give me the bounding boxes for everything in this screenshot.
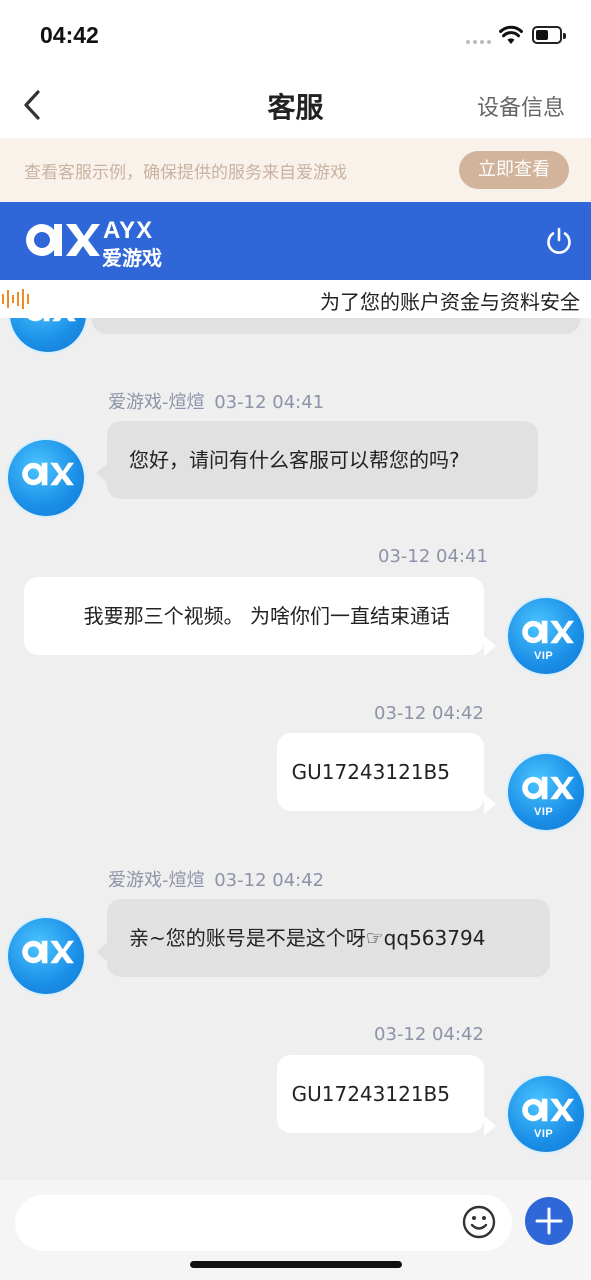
marquee-text: 为了您的账户资金与资料安全 bbox=[320, 290, 580, 314]
brand-bar: AYX 爱游戏 bbox=[0, 202, 591, 280]
message-time: 03-12 04:42 bbox=[374, 703, 484, 724]
status-bar: 04:42 bbox=[0, 0, 591, 72]
brand-name-en: AYX bbox=[103, 217, 154, 244]
home-indicator bbox=[190, 1261, 402, 1268]
status-time: 04:42 bbox=[40, 22, 99, 48]
message-meta: 爱游戏-煊煊 03-12 04:41 bbox=[108, 388, 324, 414]
brand-name-cn: 爱游戏 bbox=[102, 246, 162, 270]
message-time: 03-12 04:42 bbox=[374, 1024, 484, 1045]
message-bubble[interactable]: GU17243121B5 bbox=[277, 1055, 484, 1133]
message-bubble[interactable]: 我要那三个视频。 为啥你们一直结束通话 bbox=[24, 577, 484, 655]
sender-name: 爱游戏-煊煊 bbox=[108, 870, 205, 891]
agent-avatar bbox=[8, 440, 84, 516]
navigation-bar: 客服 设备信息 bbox=[0, 72, 591, 138]
ayx-logo-icon bbox=[26, 224, 100, 256]
notice-banner: 查看客服示例，确保提供的服务来自爱游戏 立即查看 bbox=[0, 138, 591, 202]
message-bubble[interactable]: 您好，请问有什么客服可以帮您的吗? bbox=[107, 421, 538, 499]
announcement-marquee: 为了您的账户资金与资料安全 bbox=[0, 280, 591, 318]
add-attachment-button[interactable] bbox=[525, 1197, 573, 1245]
agent-avatar bbox=[8, 918, 84, 994]
battery-icon bbox=[532, 26, 566, 44]
agent-avatar bbox=[10, 318, 86, 352]
cellular-signal-icon bbox=[466, 38, 492, 44]
wifi-icon bbox=[499, 25, 523, 44]
sound-wave-icon bbox=[2, 289, 29, 309]
vip-badge: VIP bbox=[534, 1128, 554, 1140]
user-avatar: VIP bbox=[508, 754, 584, 830]
chat-area[interactable]: 爱游戏-煊煊 03-12 04:41 您好，请问有什么客服可以帮您的吗? 03-… bbox=[0, 318, 591, 1180]
message-bubble[interactable]: 亲~您的账号是不是这个呀☞qq563794 bbox=[107, 899, 550, 977]
input-bar bbox=[0, 1180, 591, 1280]
vip-badge: VIP bbox=[534, 650, 554, 662]
power-icon[interactable] bbox=[544, 226, 574, 256]
bubble-tail bbox=[484, 794, 496, 814]
user-avatar: VIP bbox=[508, 598, 584, 674]
message-time: 03-12 04:41 bbox=[214, 392, 325, 413]
message-time: 03-12 04:42 bbox=[214, 870, 325, 891]
vip-badge: VIP bbox=[534, 806, 554, 818]
notice-text: 查看客服示例，确保提供的服务来自爱游戏 bbox=[24, 163, 347, 183]
message-meta: 爱游戏-煊煊 03-12 04:42 bbox=[108, 866, 324, 892]
message-input[interactable] bbox=[15, 1195, 512, 1251]
user-avatar: VIP bbox=[508, 1076, 584, 1152]
device-info-link[interactable]: 设备信息 bbox=[477, 90, 565, 122]
message-time: 03-12 04:41 bbox=[378, 546, 488, 567]
bubble-tail bbox=[484, 1116, 496, 1136]
bubble-tail bbox=[484, 636, 496, 656]
emoji-icon[interactable] bbox=[462, 1205, 496, 1239]
plus-icon bbox=[535, 1207, 563, 1235]
view-now-button[interactable]: 立即查看 bbox=[459, 151, 569, 189]
sender-name: 爱游戏-煊煊 bbox=[108, 392, 205, 413]
message-bubble[interactable]: GU17243121B5 bbox=[277, 733, 484, 811]
previous-message-bubble bbox=[92, 318, 580, 334]
